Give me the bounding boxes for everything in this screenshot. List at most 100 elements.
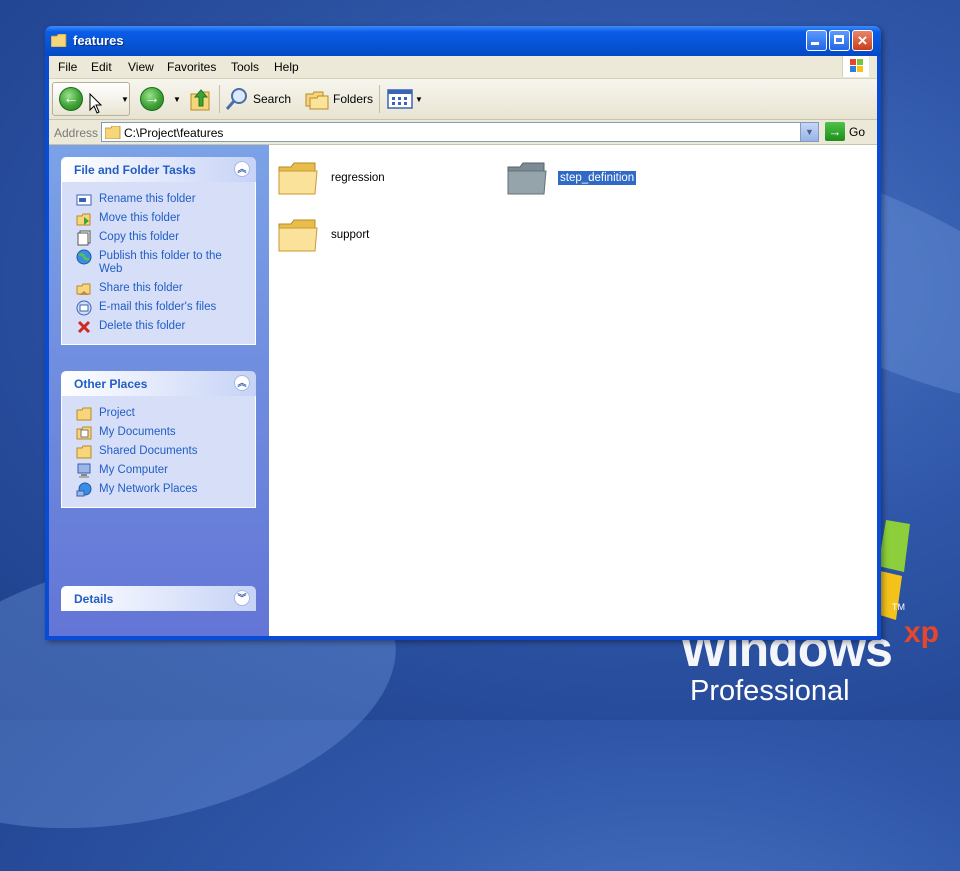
windows-logo-icon xyxy=(842,56,869,77)
address-value: C:\Project\features xyxy=(124,126,224,140)
close-icon: × xyxy=(857,31,868,50)
task-label: Move this folder xyxy=(99,212,181,224)
menu-view[interactable]: View xyxy=(128,60,154,74)
search-label: Search xyxy=(253,92,292,106)
back-dropdown-icon[interactable]: ▼ xyxy=(121,95,129,104)
rename-icon xyxy=(76,194,92,206)
globe-icon xyxy=(76,249,92,265)
task-share-folder[interactable]: Share this folder xyxy=(62,279,255,298)
folders-button[interactable]: Folders xyxy=(305,82,373,116)
explorer-window: features × File Edit View Favorites Tool… xyxy=(45,26,881,640)
place-my-network-places[interactable]: My Network Places xyxy=(62,480,255,499)
logo-tm: TM xyxy=(892,602,905,612)
address-dropdown-icon[interactable]: ▼ xyxy=(800,123,818,141)
back-arrow-icon: ← xyxy=(59,87,83,111)
place-label: My Documents xyxy=(99,426,176,438)
panel-title: File and Folder Tasks xyxy=(74,163,196,177)
views-icon xyxy=(387,89,413,109)
place-project[interactable]: Project xyxy=(62,404,255,423)
search-button[interactable]: Search xyxy=(225,82,291,116)
other-places-list: Project My Documents Shared Documents My… xyxy=(61,396,256,508)
toolbar: ← ▼ → ▼ Search Folders ▼ xyxy=(49,79,877,120)
move-icon xyxy=(76,213,91,226)
chevron-up-icon[interactable]: ︽ xyxy=(234,375,250,391)
folders-icon xyxy=(305,91,329,110)
panel-title: Other Places xyxy=(74,377,148,391)
task-label: E-mail this folder's files xyxy=(99,301,217,313)
forward-button[interactable]: → xyxy=(140,87,164,111)
task-label: Delete this folder xyxy=(99,320,186,332)
folder-icon xyxy=(278,219,318,252)
task-label: Copy this folder xyxy=(99,231,179,243)
task-publish-folder[interactable]: Publish this folder to the Web xyxy=(62,247,255,279)
go-button[interactable]: Go xyxy=(849,125,865,139)
folder-item-support[interactable]: support xyxy=(277,216,371,254)
up-folder-button[interactable] xyxy=(189,86,213,112)
maximize-button[interactable] xyxy=(829,30,850,51)
menu-tools[interactable]: Tools xyxy=(231,60,259,74)
mouse-cursor-icon xyxy=(89,93,103,114)
details-panel: Details ︾ xyxy=(61,586,256,611)
menu-bar: File Edit View Favorites Tools Help xyxy=(49,56,877,79)
folder-item-regression[interactable]: regression xyxy=(277,159,387,197)
folder-icon xyxy=(76,445,92,459)
folder-item-step-definition[interactable]: step_definition xyxy=(506,159,638,197)
place-my-documents[interactable]: My Documents xyxy=(62,423,255,442)
task-email-files[interactable]: E-mail this folder's files xyxy=(62,298,255,317)
window-body: File Edit View Favorites Tools Help ← ▼ xyxy=(49,56,877,636)
menu-file[interactable]: File xyxy=(58,60,77,74)
folder-label: regression xyxy=(331,172,385,184)
maximize-icon xyxy=(834,35,844,44)
task-label: Publish this folder to the Web xyxy=(99,250,222,275)
other-places-header[interactable]: Other Places ︽ xyxy=(61,371,256,396)
place-label: My Network Places xyxy=(99,483,198,495)
network-icon xyxy=(76,482,92,497)
share-icon xyxy=(76,283,91,295)
chevron-down-icon[interactable]: ︾ xyxy=(234,590,250,606)
my-documents-icon xyxy=(76,426,92,440)
forward-arrow-icon: → xyxy=(144,90,160,107)
email-icon xyxy=(76,300,92,316)
task-delete-folder[interactable]: Delete this folder xyxy=(62,317,255,336)
copy-icon xyxy=(77,230,91,246)
folder-icon xyxy=(507,162,547,195)
menu-help[interactable]: Help xyxy=(274,60,299,74)
toolbar-separator xyxy=(379,85,380,113)
place-my-computer[interactable]: My Computer xyxy=(62,461,255,480)
chevron-up-icon[interactable]: ︽ xyxy=(234,161,250,177)
task-label: Rename this folder xyxy=(99,193,196,205)
folders-label: Folders xyxy=(333,92,374,106)
go-arrow-icon[interactable]: → xyxy=(825,122,845,141)
views-button[interactable]: ▼ xyxy=(387,82,423,116)
logo-edition: Professional xyxy=(690,675,850,707)
address-bar: Address C:\Project\features ▼ → Go xyxy=(49,120,877,145)
address-input[interactable]: C:\Project\features ▼ xyxy=(101,122,819,142)
folder-icon xyxy=(105,126,121,139)
folder-label: step_definition xyxy=(556,170,638,186)
close-button[interactable]: × xyxy=(852,30,873,51)
window-title: features xyxy=(73,33,124,48)
menu-edit[interactable]: Edit xyxy=(91,60,112,74)
folder-icon xyxy=(51,34,67,47)
place-label: Project xyxy=(99,407,135,419)
file-folder-tasks-list: Rename this folder Move this folder Copy… xyxy=(61,182,256,345)
file-folder-tasks-panel: File and Folder Tasks ︽ Rename this fold… xyxy=(61,157,256,345)
details-header[interactable]: Details ︾ xyxy=(61,586,256,611)
minimize-button[interactable] xyxy=(806,30,827,51)
toolbar-separator xyxy=(219,85,220,113)
task-pane: File and Folder Tasks ︽ Rename this fold… xyxy=(49,145,269,636)
title-bar[interactable]: features × xyxy=(45,26,881,56)
panel-title: Details xyxy=(74,592,114,606)
folder-icon xyxy=(278,162,318,195)
other-places-panel: Other Places ︽ Project My Documents Shar… xyxy=(61,371,256,508)
task-rename-folder[interactable]: Rename this folder xyxy=(62,190,255,209)
menu-favorites[interactable]: Favorites xyxy=(167,60,216,74)
folder-contents: regression step_definition support xyxy=(269,145,877,636)
forward-dropdown-icon[interactable]: ▼ xyxy=(173,95,181,104)
task-copy-folder[interactable]: Copy this folder xyxy=(62,228,255,247)
task-move-folder[interactable]: Move this folder xyxy=(62,209,255,228)
place-label: Shared Documents xyxy=(99,445,198,457)
address-label: Address xyxy=(54,126,99,140)
place-shared-documents[interactable]: Shared Documents xyxy=(62,442,255,461)
file-folder-tasks-header[interactable]: File and Folder Tasks ︽ xyxy=(61,157,256,182)
